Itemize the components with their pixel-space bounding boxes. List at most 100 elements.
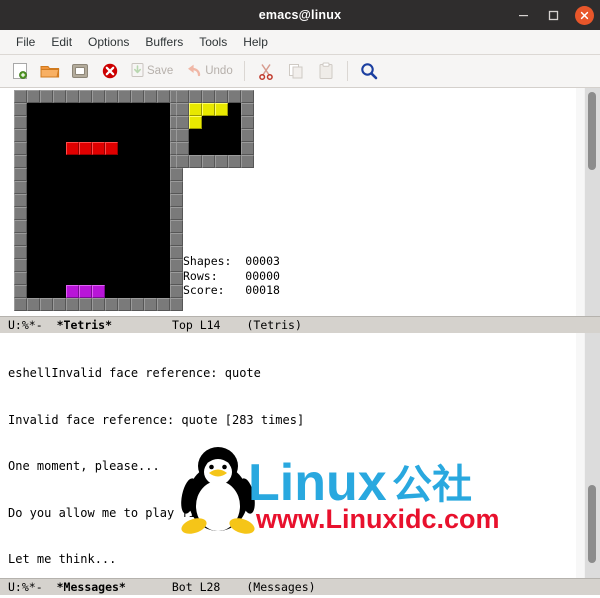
messages-modeline-buffer: *Messages* (56, 580, 126, 594)
menu-item-options[interactable]: Options (80, 33, 137, 51)
preview-wall-cell (241, 90, 254, 103)
preview-wall-cell (215, 155, 228, 168)
board-empty-cell (27, 272, 40, 285)
board-empty-cell (27, 207, 40, 220)
menu-item-help[interactable]: Help (235, 33, 276, 51)
save-as-icon[interactable] (66, 58, 94, 84)
board-empty-cell (92, 194, 105, 207)
minimize-button[interactable] (515, 7, 531, 23)
board-empty-cell (40, 181, 53, 194)
tetris-window[interactable]: Shapes: 00003 Rows: 00000 Score: 00018 (0, 88, 600, 316)
board-empty-cell (118, 233, 131, 246)
messages-window[interactable]: eshellInvalid face reference: quote Inva… (0, 333, 600, 578)
board-empty-cell (53, 103, 66, 116)
messages-scrollbar-thumb[interactable] (588, 485, 596, 563)
menu-item-file[interactable]: File (8, 33, 43, 51)
board-empty-cell (144, 246, 157, 259)
board-wall-cell (14, 194, 27, 207)
cut-icon[interactable] (252, 58, 280, 84)
board-wall-cell (170, 259, 183, 272)
board-wall-cell (92, 90, 105, 103)
board-empty-cell (105, 285, 118, 298)
close-button[interactable] (575, 5, 594, 25)
undo-button[interactable]: Undo (179, 58, 237, 84)
board-wall-cell (14, 103, 27, 116)
save-button[interactable]: Save (126, 58, 177, 84)
messages-mode-line: U:%*- *Messages* Bot L28 (Messages) (0, 578, 600, 595)
board-empty-cell (79, 129, 92, 142)
board-empty-cell (118, 168, 131, 181)
board-empty-cell (118, 116, 131, 129)
board-wall-cell (105, 298, 118, 311)
preview-wall-cell (228, 90, 241, 103)
board-empty-cell (105, 233, 118, 246)
board-empty-cell (144, 103, 157, 116)
board-wall-cell (53, 90, 66, 103)
board-wall-cell (14, 220, 27, 233)
paste-icon[interactable] (312, 58, 340, 84)
board-wall-cell (170, 246, 183, 259)
board-empty-cell (53, 155, 66, 168)
board-empty-cell (66, 155, 79, 168)
board-wall-cell (14, 181, 27, 194)
board-empty-cell (66, 181, 79, 194)
board-empty-cell (157, 207, 170, 220)
board-empty-cell (53, 259, 66, 272)
emacs-frame: Shapes: 00003 Rows: 00000 Score: 00018 U… (0, 88, 600, 598)
board-empty-cell (157, 168, 170, 181)
board-empty-cell (40, 129, 53, 142)
board-empty-cell (27, 220, 40, 233)
board-empty-cell (118, 272, 131, 285)
messages-modeline-position: Bot L28 (171, 580, 221, 594)
board-empty-cell (118, 285, 131, 298)
board-empty-cell (157, 194, 170, 207)
new-file-icon[interactable] (6, 58, 34, 84)
board-empty-cell (118, 129, 131, 142)
menu-item-tools[interactable]: Tools (191, 33, 235, 51)
message-line: One moment, please... (8, 459, 160, 473)
tetris-board[interactable] (14, 90, 183, 311)
menu-item-edit[interactable]: Edit (43, 33, 80, 51)
board-empty-cell (79, 116, 92, 129)
tetris-scrollbar[interactable] (584, 88, 600, 316)
board-empty-cell (53, 246, 66, 259)
tetris-scrollbar-thumb[interactable] (588, 92, 596, 170)
board-empty-cell (53, 116, 66, 129)
board-empty-cell (66, 272, 79, 285)
board-wall-cell (79, 298, 92, 311)
board-empty-cell (92, 155, 105, 168)
maximize-button[interactable] (545, 7, 561, 23)
open-folder-icon[interactable] (36, 58, 64, 84)
board-empty-cell (131, 285, 144, 298)
board-wall-cell (170, 168, 183, 181)
preview-empty-cell (189, 129, 202, 142)
close-buffer-icon[interactable] (96, 58, 124, 84)
board-empty-cell (144, 233, 157, 246)
preview-empty-cell (215, 142, 228, 155)
board-empty-cell (53, 168, 66, 181)
copy-icon[interactable] (282, 58, 310, 84)
board-empty-cell (27, 194, 40, 207)
board-wall-cell (40, 298, 53, 311)
board-empty-cell (27, 168, 40, 181)
search-icon[interactable] (355, 58, 383, 84)
board-empty-cell (118, 259, 131, 272)
board-empty-cell (66, 168, 79, 181)
board-empty-cell (157, 285, 170, 298)
preview-empty-cell (228, 116, 241, 129)
board-wall-cell (14, 207, 27, 220)
board-empty-cell (79, 103, 92, 116)
board-empty-cell (66, 103, 79, 116)
board-empty-cell (157, 181, 170, 194)
messages-scrollbar[interactable] (584, 333, 600, 578)
board-empty-cell (105, 246, 118, 259)
board-empty-cell (92, 207, 105, 220)
preview-wall-cell (241, 103, 254, 116)
board-block-red (105, 142, 118, 155)
board-empty-cell (144, 129, 157, 142)
menu-item-buffers[interactable]: Buffers (137, 33, 191, 51)
board-empty-cell (27, 181, 40, 194)
board-empty-cell (144, 168, 157, 181)
tetris-modeline-buffer: *Tetris* (56, 318, 113, 332)
board-empty-cell (40, 233, 53, 246)
